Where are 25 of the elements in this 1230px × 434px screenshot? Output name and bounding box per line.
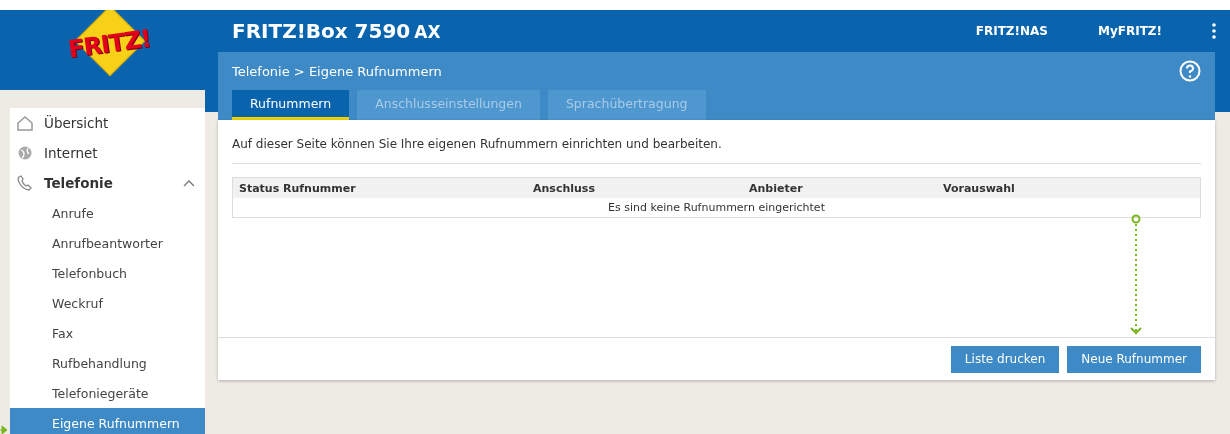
nav-subitem[interactable]: Telefonbuch [10,258,205,288]
nav-item[interactable]: Übersicht [10,108,205,138]
nav-item[interactable]: Telefonie [10,168,205,198]
column-header: Anbieter [749,181,804,195]
device-title: FRITZ!Box 7590 AX [232,19,442,43]
header-link[interactable]: MyFRITZ! [1097,24,1162,38]
nav-subitem[interactable]: Anrufbeantworter [10,228,205,258]
column-header: Vorauswahl [943,181,1016,195]
nav-subitem[interactable]: Telefoniegeräte [10,378,205,408]
nav-subitem[interactable]: Anrufe [10,198,205,228]
column-header: Rufnummer [283,181,357,195]
nav-item[interactable]: Internet [10,138,205,168]
column-header: Status [239,181,281,195]
header-link[interactable]: FRITZ!NAS [975,24,1048,38]
nav-subitem[interactable]: Fax [10,318,205,348]
print-button[interactable]: Liste drucken [950,345,1060,373]
empty-message: Es sind keine Rufnummern eingerichtet [608,201,825,214]
tab[interactable]: Rufnummern [232,90,350,120]
nav-subitem[interactable]: Rufbehandlung [10,348,205,378]
nav-subitem[interactable]: Weckruf [10,288,205,318]
breadcrumb: Telefonie > Eigene Rufnummern [232,63,443,79]
new-number-button[interactable]: Neue Rufnummer [1067,345,1201,373]
column-header: Anschluss [533,181,596,195]
intro-text: Auf dieser Seite können Sie Ihre eigenen Rufnummern einrichten und bearbeiten. [232,137,1201,164]
nav-subitem[interactable]: Eigene Rufnummern [10,408,205,434]
